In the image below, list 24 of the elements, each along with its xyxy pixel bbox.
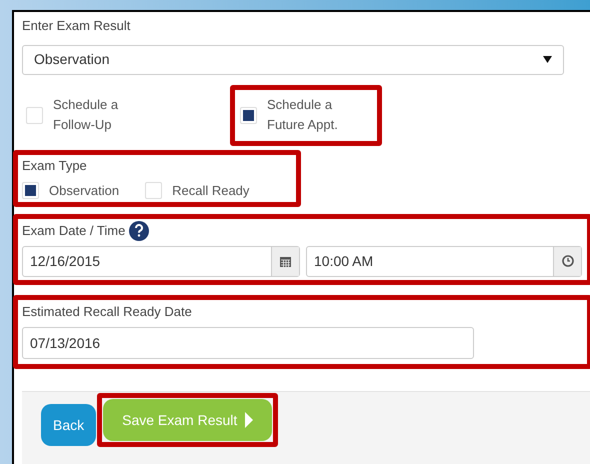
calendar-icon[interactable] [271, 246, 299, 276]
checkbox-label: Observation [49, 182, 120, 200]
checkbox[interactable] [240, 106, 257, 124]
exam-date-label: Exam Date / Time [22, 222, 126, 240]
exam-type-label: Exam Type [22, 156, 88, 175]
caret-right-icon [245, 412, 254, 428]
select-value: Observation [34, 50, 110, 69]
recall-date-label: Estimated Recall Ready Date [22, 302, 193, 321]
time-value: 10:00 AM [313, 252, 374, 270]
recall-date-field[interactable]: 07/13/2016 [22, 327, 474, 359]
checkbox-label: Schedule a Follow-Up [53, 96, 120, 134]
checkbox[interactable] [145, 182, 162, 200]
dropdown-caret-icon [543, 56, 552, 63]
date-field[interactable]: 12/16/2015 [22, 246, 300, 276]
date-value: 12/16/2015 [29, 252, 102, 270]
exam-result-select[interactable]: Observation [22, 44, 564, 74]
checkbox[interactable] [22, 182, 39, 200]
time-field[interactable]: 10:00 AM [306, 246, 582, 276]
checkbox[interactable] [26, 106, 43, 124]
form-title: Enter Exam Result [22, 17, 132, 35]
help-icon[interactable] [129, 220, 150, 240]
clock-icon[interactable] [553, 246, 581, 276]
checkbox-label: Recall Ready [172, 182, 250, 200]
checkbox-label: Schedule a Future Appt. [267, 96, 339, 134]
